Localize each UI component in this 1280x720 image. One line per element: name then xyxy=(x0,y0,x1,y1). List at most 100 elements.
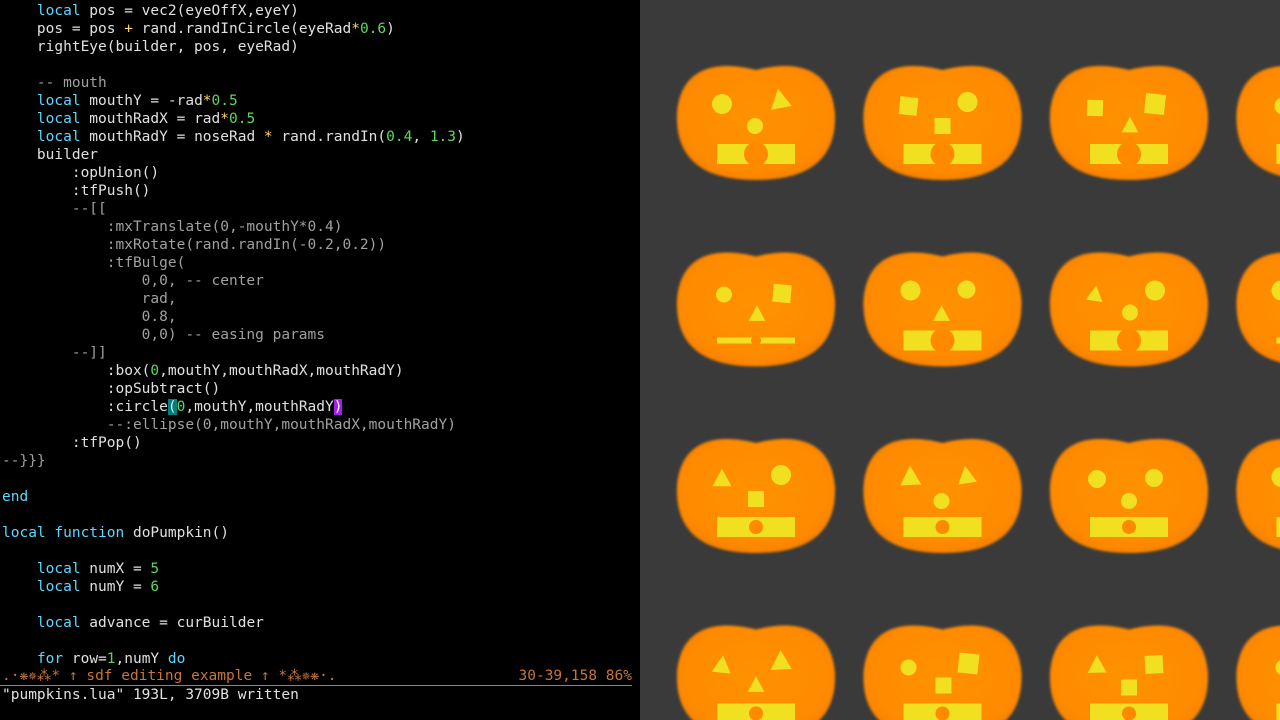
code-line[interactable]: rightEye(builder, pos, eyeRad) xyxy=(2,38,299,56)
pumpkin-right-eye xyxy=(772,283,792,304)
code-line[interactable]: 0.8, xyxy=(2,308,177,326)
code-line[interactable]: local function doPumpkin() xyxy=(2,524,229,542)
code-line[interactable]: local mouthRadX = rad*0.5 xyxy=(2,110,255,128)
pumpkin-nose xyxy=(1121,679,1137,696)
code-line[interactable]: :tfPush() xyxy=(2,182,151,200)
code-line[interactable]: :tfPop() xyxy=(2,434,142,452)
pumpkin-right-eye xyxy=(957,280,976,299)
code-token: 0,0) -- easing params xyxy=(2,327,326,343)
pumpkin-right-eye xyxy=(1144,93,1166,115)
code-line[interactable]: for row=1,numY do xyxy=(2,650,185,668)
code-token: numX = xyxy=(80,561,151,577)
code-token: ,numY xyxy=(115,651,168,667)
code-token: mouthRadY = noseRad xyxy=(80,129,264,145)
pumpkin-left-eye xyxy=(1088,470,1106,488)
code-editor[interactable]: local pos = vec2(eyeOffX,eyeY) pos = pos… xyxy=(0,0,640,720)
code-line[interactable]: --[[ xyxy=(2,200,107,218)
pumpkin xyxy=(1049,439,1209,553)
pumpkin-body xyxy=(1236,252,1280,363)
code-token: local xyxy=(2,525,46,541)
pumpkin xyxy=(676,439,836,553)
code-token: 0 xyxy=(150,363,160,379)
pumpkin-mouth-hole xyxy=(744,142,768,166)
code-token: :opSubtract() xyxy=(2,381,221,397)
code-token: pos = vec2(eyeOffX,eyeY) xyxy=(80,3,299,19)
code-token: rad, xyxy=(2,291,177,307)
code-token: local xyxy=(36,129,81,145)
code-line[interactable]: local pos = vec2(eyeOffX,eyeY) xyxy=(2,2,299,20)
code-line[interactable]: end xyxy=(2,488,28,506)
code-line[interactable]: local numX = 5 xyxy=(2,560,159,578)
code-token: pos = pos xyxy=(2,21,125,37)
pumpkin-mouth-hole xyxy=(1122,706,1136,720)
code-line[interactable]: -- mouth xyxy=(2,74,107,92)
code-line[interactable]: local advance = curBuilder xyxy=(2,614,264,632)
pumpkin-grid xyxy=(676,66,1280,720)
pumpkin xyxy=(1236,66,1280,176)
code-line[interactable]: pos = pos + rand.randInCircle(eyeRad*0.6… xyxy=(2,20,395,38)
code-line[interactable]: rad, xyxy=(2,290,177,308)
pumpkin-left-eye xyxy=(898,96,919,116)
pumpkin xyxy=(1049,66,1209,180)
pumpkin-mouth xyxy=(1276,703,1280,720)
code-token: :circle xyxy=(2,399,168,415)
code-token: ) xyxy=(386,21,395,37)
render-viewport[interactable] xyxy=(640,0,1280,720)
code-token: 0.4 xyxy=(386,129,413,145)
code-token: :box( xyxy=(2,363,151,379)
code-line[interactable]: :tfBulge( xyxy=(2,254,186,272)
code-line[interactable]: 0,0, -- center xyxy=(2,272,264,290)
code-line[interactable]: :mxRotate(rand.randIn(-0.2,0.2)) xyxy=(2,236,386,254)
code-line[interactable]: :opSubtract() xyxy=(2,380,221,398)
code-line[interactable]: local numY = 6 xyxy=(2,578,159,596)
pumpkin xyxy=(1236,252,1280,363)
code-line[interactable]: :opUnion() xyxy=(2,164,159,182)
pumpkin-nose xyxy=(933,493,950,509)
code-line[interactable]: :circle(0,mouthY,mouthRadY) xyxy=(2,398,343,416)
pumpkin-right-eye xyxy=(957,92,978,112)
code-token: numY = xyxy=(80,579,151,595)
pumpkin-mouth-hole xyxy=(1117,328,1141,353)
code-line[interactable]: :mxTranslate(0,-mouthY*0.4) xyxy=(2,218,343,236)
code-line[interactable]: builder xyxy=(2,146,98,164)
pumpkin-left-eye xyxy=(712,94,732,114)
pumpkin xyxy=(676,66,836,180)
code-line[interactable]: local mouthRadY = noseRad * rand.randIn(… xyxy=(2,128,465,146)
pumpkin xyxy=(1236,625,1280,720)
pumpkin-mouth-hole xyxy=(930,142,955,166)
code-token: :tfPop() xyxy=(2,435,142,451)
code-token: local xyxy=(36,3,81,19)
code-token: local xyxy=(36,579,81,595)
pumpkin-nose xyxy=(748,491,764,507)
code-token: rand.randInCircle(eyeRad xyxy=(132,21,352,37)
pumpkin-mouth-hole xyxy=(749,706,763,720)
code-token: * xyxy=(202,93,212,109)
pumpkin-left-eye xyxy=(900,280,921,301)
code-token: builder xyxy=(2,147,99,163)
code-line[interactable]: 0,0) -- easing params xyxy=(2,326,325,344)
pumpkin xyxy=(1049,625,1209,720)
code-token: advance = curBuilder xyxy=(80,615,264,631)
code-token: doPumpkin() xyxy=(124,525,229,541)
code-line[interactable]: --]] xyxy=(2,344,107,362)
pumpkin-right-eye xyxy=(957,652,980,675)
code-line[interactable]: :box(0,mouthY,mouthRadX,mouthRadY) xyxy=(2,362,404,380)
pumpkin-mouth xyxy=(1276,144,1280,164)
app-window: local pos = vec2(eyeOffX,eyeY) pos = pos… xyxy=(0,0,1280,720)
code-token: mouthRadX = rad xyxy=(80,111,221,127)
status-title: .·❋✵⁂* ↑ sdf editing example ↑ *⁂✵❋·. xyxy=(2,668,337,684)
code-token: local xyxy=(36,561,81,577)
pumpkin-right-eye xyxy=(1144,655,1164,674)
code-token: 0,0, -- center xyxy=(2,273,264,289)
code-token: local xyxy=(36,615,81,631)
code-line[interactable]: --:ellipse(0,mouthY,mouthRadX,mouthRadY) xyxy=(2,416,456,434)
code-token: for xyxy=(36,651,64,667)
code-token: mouthY = -rad xyxy=(80,93,203,109)
code-line[interactable]: --}}} xyxy=(2,452,46,470)
code-line[interactable]: local mouthY = -rad*0.5 xyxy=(2,92,238,110)
